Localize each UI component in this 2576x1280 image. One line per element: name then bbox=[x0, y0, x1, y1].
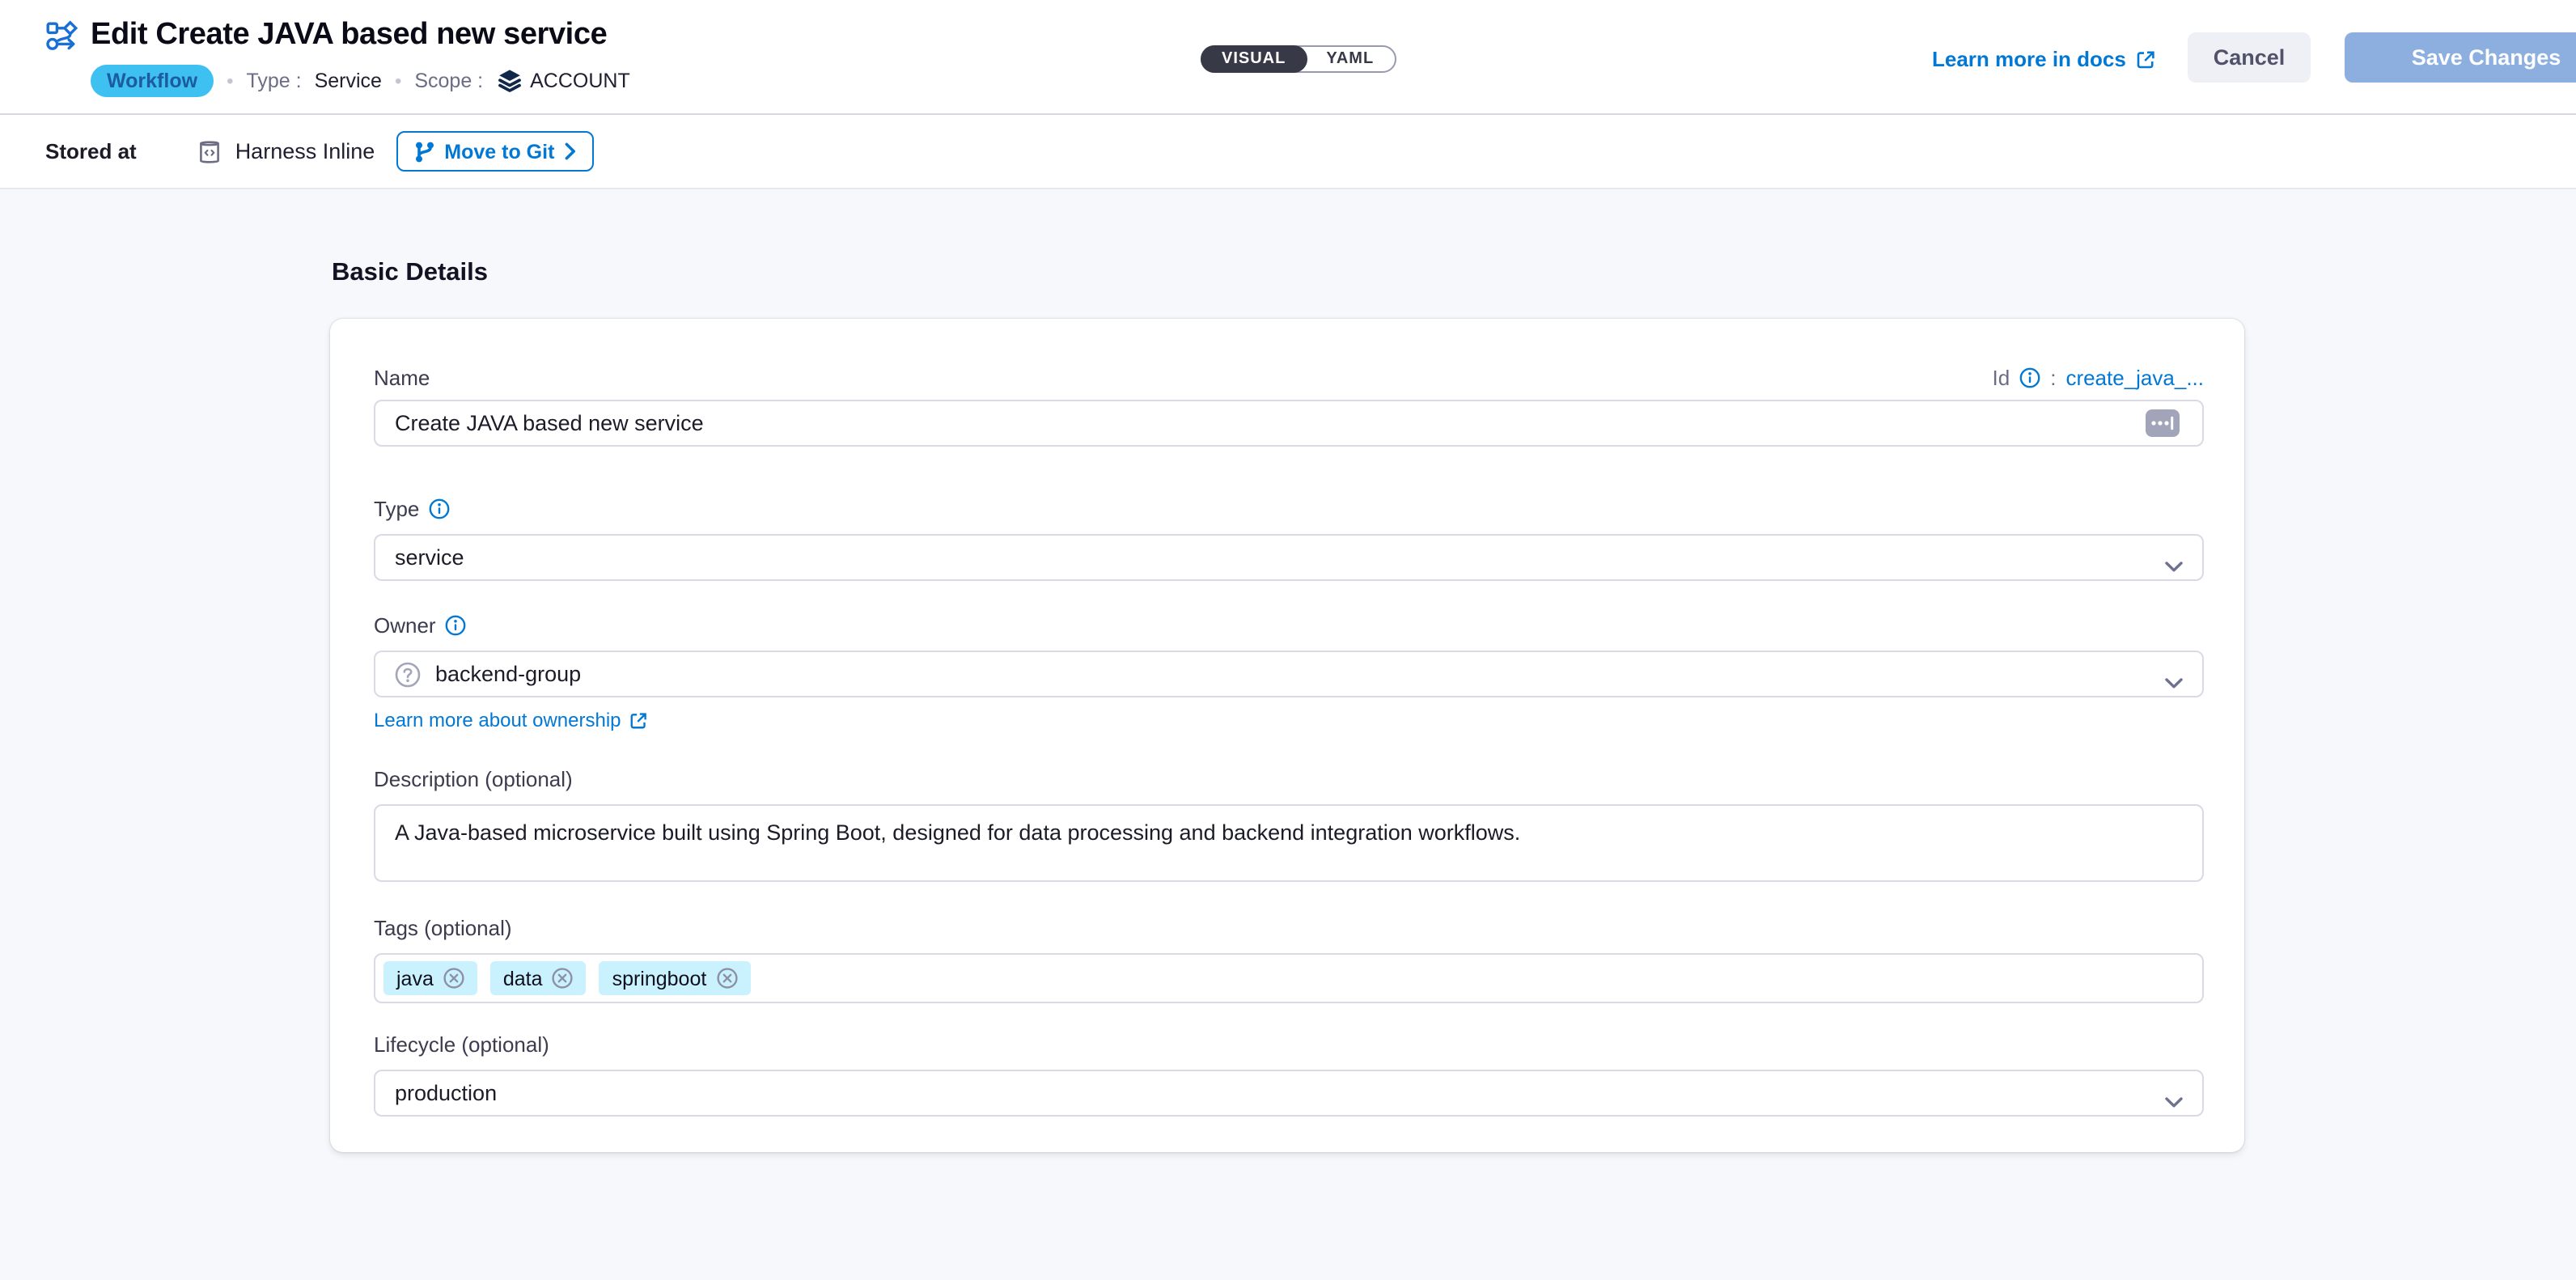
tag-chip-label: springboot bbox=[612, 967, 707, 990]
layers-icon bbox=[496, 68, 522, 94]
tab-visual[interactable]: VISUAL bbox=[1201, 45, 1307, 73]
tags-input[interactable]: java data springboot bbox=[374, 953, 2204, 1003]
description-label: Description (optional) bbox=[374, 767, 573, 791]
main-content: Basic Details Name Id : create_java_... bbox=[0, 189, 2576, 1152]
remove-tag-icon[interactable] bbox=[443, 968, 464, 989]
info-icon[interactable] bbox=[446, 615, 467, 636]
move-to-git-label: Move to Git bbox=[444, 140, 554, 163]
cancel-button[interactable]: Cancel bbox=[2188, 32, 2311, 83]
type-select[interactable]: service bbox=[374, 534, 2204, 581]
git-branch-icon bbox=[413, 140, 434, 163]
page-header: Edit Create JAVA based new service Workf… bbox=[0, 0, 2576, 115]
section-title: Basic Details bbox=[332, 259, 2576, 288]
docs-link[interactable]: Learn more in docs bbox=[1932, 47, 2155, 71]
type-label-text: Type bbox=[374, 497, 419, 521]
tags-label: Tags (optional) bbox=[374, 916, 512, 940]
lifecycle-label: Lifecycle (optional) bbox=[374, 1032, 549, 1057]
name-field-wrapper bbox=[374, 400, 2204, 447]
ownership-link-label: Learn more about ownership bbox=[374, 709, 621, 731]
runtime-input-button[interactable] bbox=[2146, 409, 2180, 437]
tag-chip: java bbox=[383, 961, 477, 995]
move-to-git-button[interactable]: Move to Git bbox=[396, 131, 593, 172]
app-root: Edit Create JAVA based new service Workf… bbox=[0, 0, 2576, 1280]
chevron-right-icon bbox=[564, 142, 575, 160]
stored-at-label: Stored at bbox=[45, 139, 137, 163]
storage-bar: Stored at Harness Inline Move to Git bbox=[0, 115, 2576, 189]
tag-chip: data bbox=[490, 961, 587, 995]
scope-meta-group: ACCOUNT bbox=[496, 68, 630, 94]
visual-yaml-toggle: VISUAL YAML bbox=[1201, 45, 1396, 73]
tag-chip-label: java bbox=[396, 967, 434, 990]
chevron-down-icon bbox=[2165, 1089, 2183, 1113]
info-icon[interactable] bbox=[2019, 367, 2040, 388]
tag-chip: springboot bbox=[600, 961, 751, 995]
lifecycle-select-value: production bbox=[395, 1081, 497, 1105]
meta-separator: • bbox=[227, 70, 233, 92]
meta-separator: • bbox=[395, 70, 401, 92]
id-separator: : bbox=[2050, 365, 2056, 389]
owner-select-value: backend-group bbox=[435, 662, 581, 686]
tab-yaml[interactable]: YAML bbox=[1305, 47, 1395, 71]
description-textarea[interactable]: A Java-based microservice built using Sp… bbox=[374, 804, 2204, 882]
name-label: Name bbox=[374, 365, 430, 389]
external-link-icon bbox=[2136, 49, 2155, 69]
chevron-down-icon bbox=[2165, 670, 2183, 694]
owner-label-text: Owner bbox=[374, 613, 436, 638]
type-select-value: service bbox=[395, 545, 464, 570]
scope-meta-label: Scope : bbox=[414, 70, 483, 92]
chevron-down-icon bbox=[2165, 553, 2183, 578]
inline-storage-icon bbox=[198, 138, 222, 164]
type-meta-value: Service bbox=[315, 70, 382, 92]
workflow-icon bbox=[45, 19, 78, 52]
id-value[interactable]: create_java_... bbox=[2065, 365, 2204, 389]
type-label: Type bbox=[374, 497, 450, 521]
remove-tag-icon[interactable] bbox=[716, 968, 737, 989]
id-label: Id bbox=[1993, 365, 2010, 389]
storage-value: Harness Inline bbox=[235, 139, 375, 163]
owner-select[interactable]: backend-group bbox=[374, 651, 2204, 697]
ownership-link[interactable]: Learn more about ownership bbox=[374, 709, 647, 731]
type-meta-label: Type : bbox=[246, 70, 301, 92]
entity-kind-badge: Workflow bbox=[91, 65, 214, 97]
tag-chip-label: data bbox=[503, 967, 543, 990]
docs-link-label: Learn more in docs bbox=[1932, 47, 2126, 71]
id-group: Id : create_java_... bbox=[1993, 365, 2205, 389]
header-title-block: Edit Create JAVA based new service Workf… bbox=[45, 18, 630, 97]
help-icon bbox=[395, 661, 421, 687]
entity-meta-row: Workflow • Type : Service • Scope : ACCO… bbox=[91, 65, 630, 97]
name-input[interactable] bbox=[395, 411, 2183, 435]
owner-label: Owner bbox=[374, 613, 467, 638]
external-link-icon bbox=[629, 711, 647, 729]
remove-tag-icon[interactable] bbox=[553, 968, 574, 989]
lifecycle-select[interactable]: production bbox=[374, 1070, 2204, 1117]
info-icon[interactable] bbox=[429, 498, 450, 519]
save-changes-button[interactable]: Save Changes bbox=[2345, 32, 2576, 83]
scope-meta-value: ACCOUNT bbox=[530, 70, 630, 92]
basic-details-card: Name Id : create_java_... bbox=[330, 319, 2244, 1152]
page-title: Edit Create JAVA based new service bbox=[91, 18, 607, 53]
